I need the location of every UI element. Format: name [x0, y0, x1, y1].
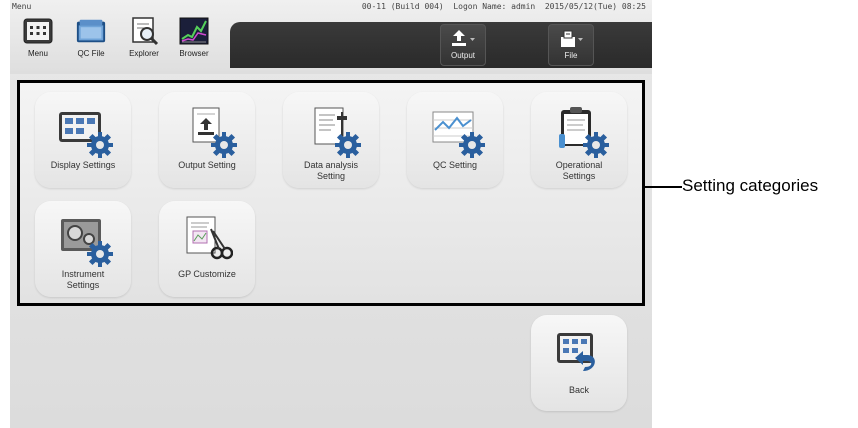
gp-customize-label: GP Customize — [178, 269, 236, 279]
data-analysis-setting-label: Data analysis Setting — [303, 160, 359, 181]
output-icon — [452, 30, 475, 46]
browser-icon — [178, 16, 210, 46]
output-label: Output — [450, 51, 475, 60]
gear-icon — [211, 132, 237, 158]
instrument-settings-tile[interactable]: Instrument Settings — [35, 201, 131, 297]
browser-label: Browser — [179, 49, 209, 58]
output-setting-label: Output Setting — [178, 160, 236, 170]
display-settings-tile[interactable]: Display Settings — [35, 92, 131, 188]
setting-categories-panel: Display Settings Output Setting Data ana… — [17, 80, 645, 306]
explorer-icon — [128, 16, 160, 46]
qc-setting-icon — [429, 106, 485, 158]
display-settings-label: Display Settings — [50, 160, 116, 170]
gear-icon — [87, 132, 113, 158]
output-setting-icon — [181, 106, 237, 158]
qc-setting-label: QC Setting — [432, 160, 478, 170]
callout-line — [644, 186, 682, 188]
operational-settings-label: Operational Settings — [555, 160, 603, 181]
browser-button[interactable]: Browser — [170, 16, 218, 68]
operational-settings-tile[interactable]: Operational Settings — [531, 92, 627, 188]
gear-icon — [87, 241, 113, 267]
action-bar: Output File — [230, 22, 652, 68]
menu-button[interactable]: Menu — [14, 16, 62, 68]
back-label: Back — [568, 385, 589, 395]
status-line: 00-11 (Build 004) Logon Name: admin 2015… — [361, 2, 646, 11]
instrument-settings-icon — [57, 215, 113, 267]
instrument-settings-label: Instrument Settings — [61, 269, 105, 290]
application-screen: Menu 00-11 (Build 004) Logon Name: admin… — [10, 0, 652, 428]
output-setting-tile[interactable]: Output Setting — [159, 92, 255, 188]
gear-icon — [459, 132, 485, 158]
back-icon — [553, 329, 605, 377]
display-settings-icon — [57, 106, 113, 158]
file-icon — [561, 30, 583, 47]
gp-customize-tile[interactable]: GP Customize — [159, 201, 255, 297]
setting-categories-annotation: Setting categories — [682, 176, 819, 195]
top-toolbar: Menu 00-11 (Build 004) Logon Name: admin… — [10, 0, 652, 74]
menu-grid-icon — [22, 16, 54, 46]
data-analysis-icon — [305, 106, 361, 158]
qc-setting-tile[interactable]: QC Setting — [407, 92, 503, 188]
qc-file-label: QC File — [77, 49, 105, 58]
gear-icon — [335, 132, 361, 158]
screen-caption: Menu — [12, 2, 32, 11]
explorer-button[interactable]: Explorer — [120, 16, 168, 68]
operational-settings-icon — [553, 106, 609, 158]
menu-label: Menu — [27, 49, 48, 58]
data-analysis-setting-tile[interactable]: Data analysis Setting — [283, 92, 379, 188]
gp-customize-icon — [181, 215, 234, 263]
back-button[interactable]: Back — [531, 315, 627, 411]
qc-file-button[interactable]: QC File — [67, 16, 115, 68]
file-button[interactable]: File — [548, 24, 594, 66]
explorer-label: Explorer — [129, 49, 159, 58]
output-button[interactable]: Output — [440, 24, 486, 66]
file-label: File — [564, 51, 578, 60]
gear-icon — [583, 132, 609, 158]
qc-file-icon — [75, 16, 107, 46]
